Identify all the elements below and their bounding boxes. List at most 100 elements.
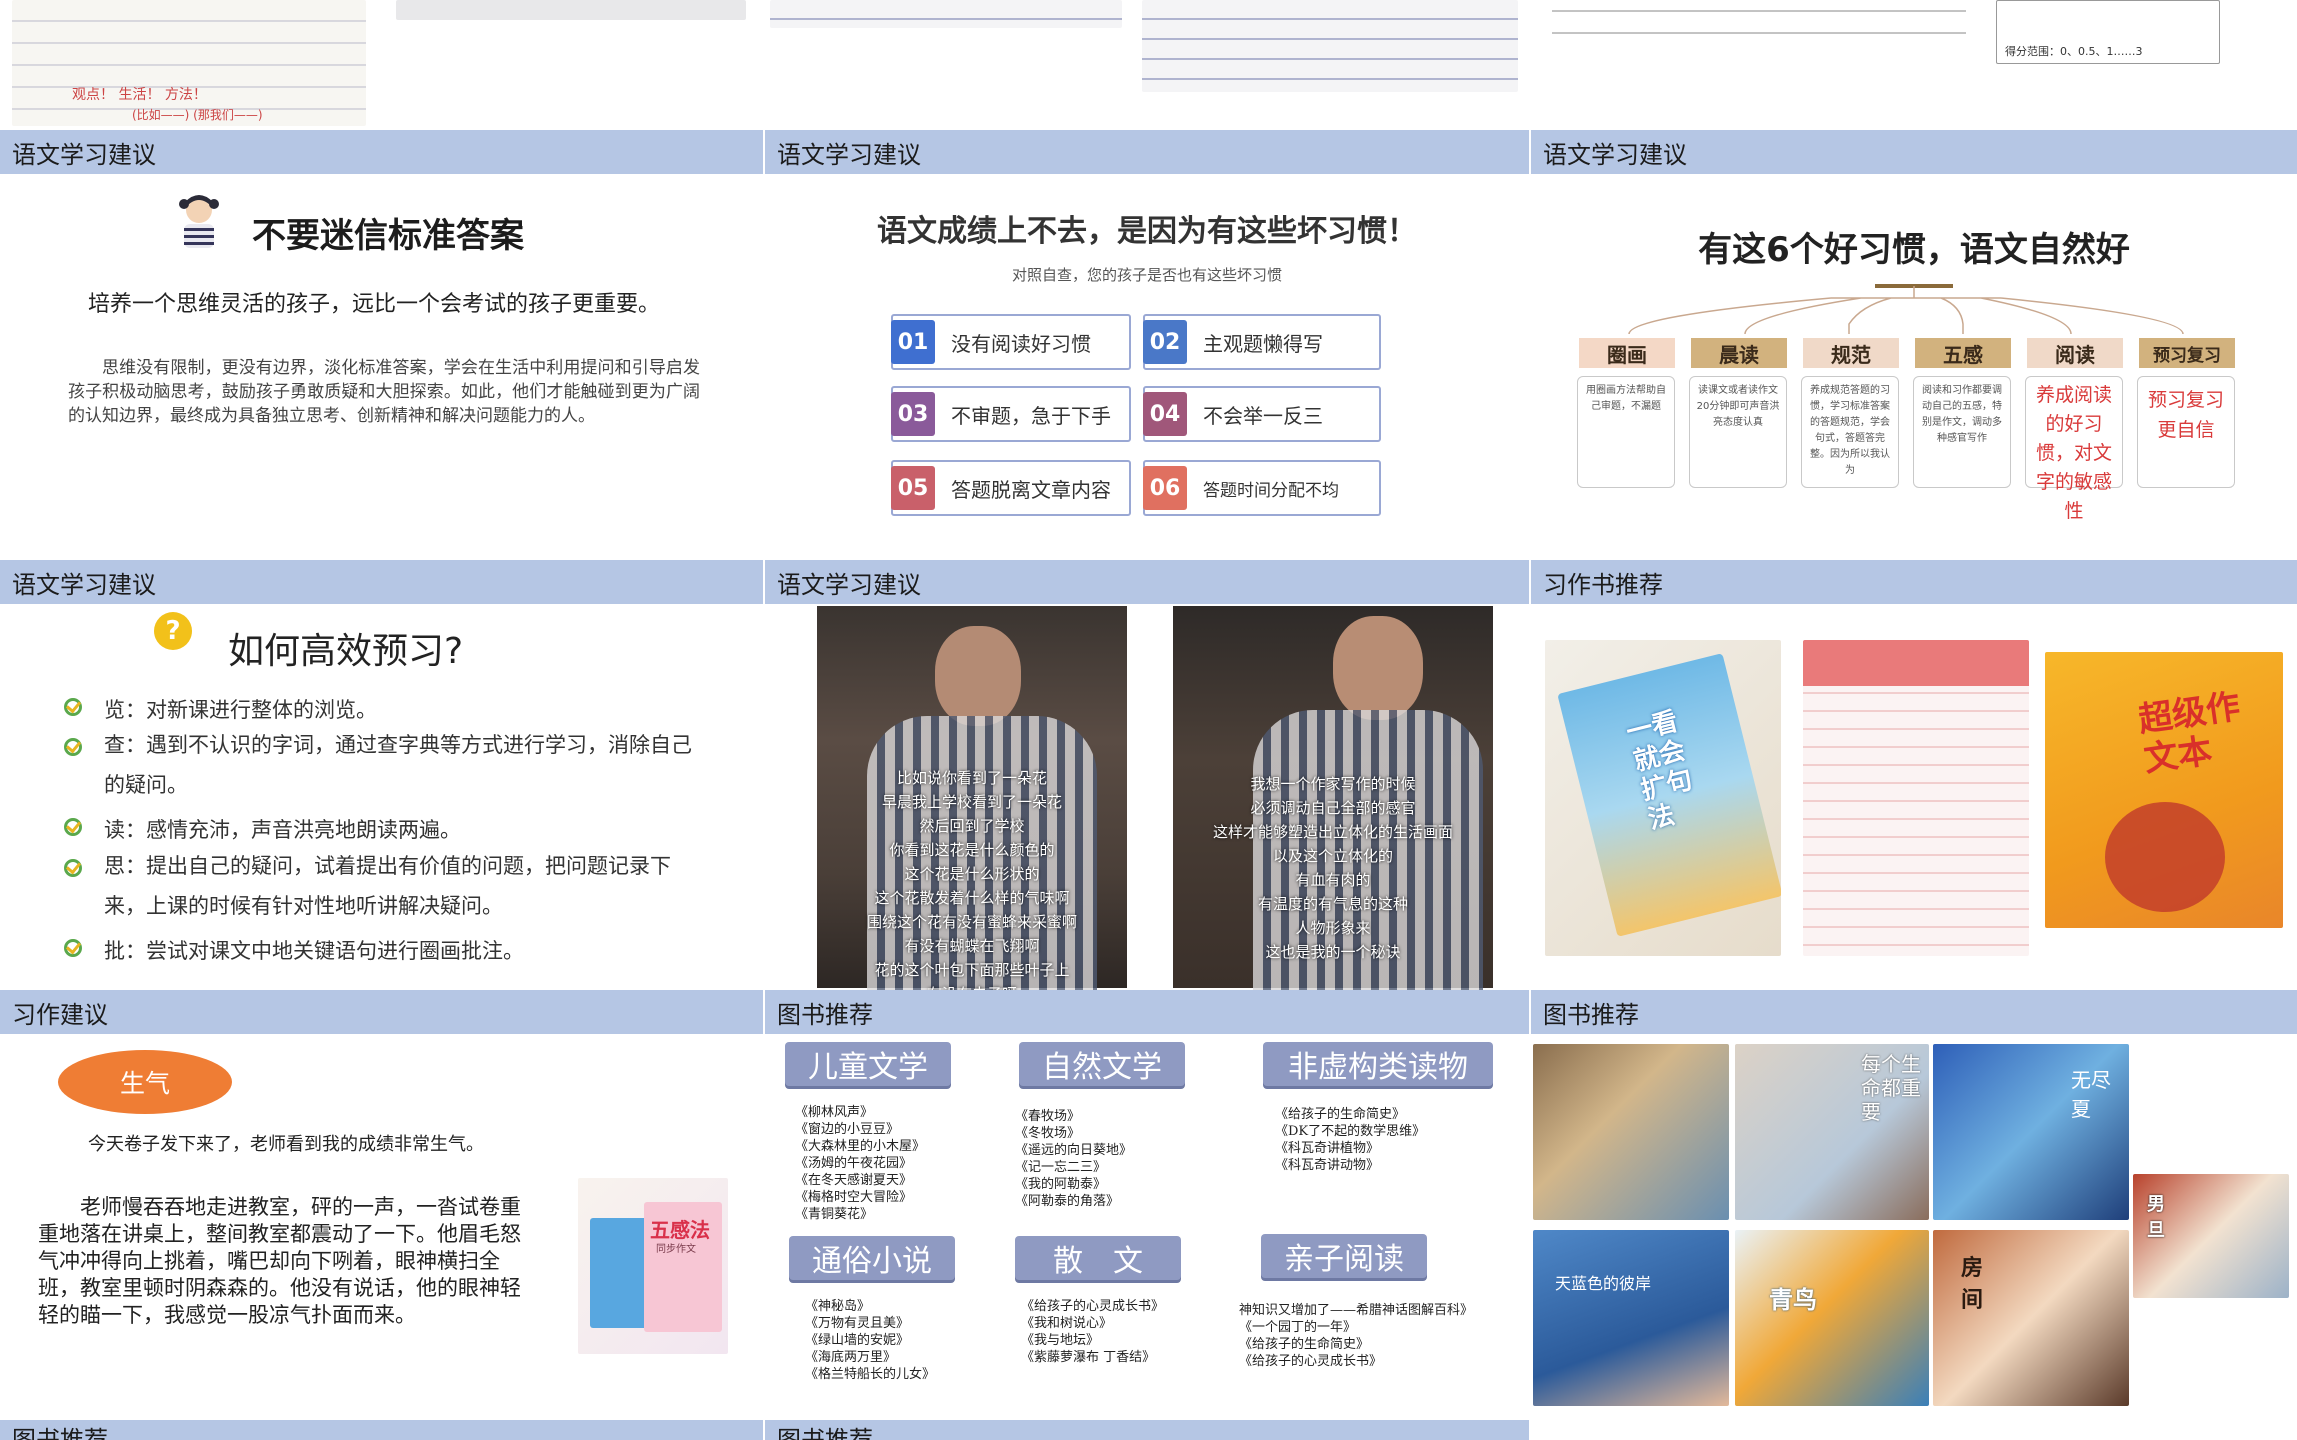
book-list-item: 《我和树说心》 [1021, 1316, 1113, 1331]
homework-photo-3 [770, 0, 1122, 28]
book-list-item: 《绿山墙的安妮》 [805, 1333, 910, 1348]
book-photo-1[interactable] [1533, 1044, 1729, 1220]
habit-item-01: 01 没有阅读好习惯 [891, 314, 1131, 370]
advice-first-line: 今天卷子发下来了，老师看到我的成绩非常生气。 [88, 1134, 484, 1155]
habit-number: 06 [1143, 466, 1187, 510]
subtitle-line: 这个花散发着什么样的气味啊 [874, 889, 1070, 907]
speaker-head [1333, 616, 1423, 720]
bad-habits-panel: 语文成绩上不去，是因为有这些坏习惯！ 对照自查，您的孩子是否也有这些坏习惯 01… [765, 174, 1529, 560]
habit-tag-circle: 圈画 [1579, 338, 1675, 368]
habit-text: 没有阅读好习惯 [951, 331, 1091, 356]
video-still-left[interactable]: 比如说你看到了一朵花 早晨我上学校看到了一朵花 然后回到了学校 你看到这花是什么颜色的… [817, 606, 1127, 990]
category-pill-popular-novel[interactable]: 通俗小说 [789, 1236, 955, 1280]
book-list-item: 《柳林风声》 [795, 1105, 874, 1120]
category-pill-nature-lit[interactable]: 自然文学 [1019, 1042, 1185, 1086]
section-header: 图书推荐 [765, 990, 1529, 1034]
book-list-item: 《科瓦奇讲动物》 [1275, 1158, 1380, 1173]
book-list-item: 《给孩子的心灵成长书》 [1239, 1354, 1383, 1369]
section-header: 习作书推荐 [1531, 560, 2297, 604]
book-title: 男旦 [2147, 1194, 2165, 1241]
subtitle-line: 这个花是什么形状的 [904, 865, 1040, 883]
book-list-item: 《冬牧场》 [1015, 1126, 1081, 1141]
habit-number: 03 [891, 392, 935, 436]
preview-item-text: 查：遇到不认识的字词，通过查字典等方式进行学习，消除自己的疑问。 [104, 733, 692, 797]
subtitle-line: 你看到这花是什么颜色的 [889, 841, 1055, 859]
book-list: 《春牧场》 《冬牧场》 《遥远的向日葵地》 《记一忘二三》 《我的阿勒泰》 《阿勒泰的角落… [1015, 1108, 1132, 1210]
habit-desc: 阅读和习作都要调动自己的五感，特别是作文，调动多种感官写作 [1913, 376, 2011, 488]
category-pill-nonfiction[interactable]: 非虚构类读物 [1263, 1042, 1493, 1086]
section-header: 习作建议 [0, 990, 763, 1034]
homework-photo-1: 观点！ 生活！ 方法！ (比如——) (那我们——) [12, 0, 366, 126]
section-header: 语文学习建议 [1531, 130, 2297, 174]
check-icon [64, 859, 82, 877]
video-still-right[interactable]: 我想一个作家写作的时候 必须调动自己全部的感官 这样才能够塑造出立体化的生活画面 以及… [1173, 606, 1493, 990]
book-photo-4[interactable]: 男旦 [2133, 1174, 2289, 1298]
habit-item-02: 02 主观题懒得写 [1143, 314, 1381, 370]
subtitle-line: 比如说你看到了一朵花 [896, 769, 1047, 787]
book-photo-wuganfa[interactable]: 五感法 同步作文 [578, 1178, 728, 1354]
book-photo-5[interactable]: 天蓝色的彼岸 [1533, 1230, 1729, 1406]
worksheet-lines [1552, 0, 1966, 40]
book-categories-panel: 儿童文学 自然文学 非虚构类读物 《柳林风声》 《窗边的小豆豆》 《大森林里的小木屋… [765, 1034, 1529, 1420]
book-list-item: 《青铜葵花》 [795, 1207, 874, 1222]
book-list: 神知识又增加了——希腊神话图解百科》 《一个园丁的一年》 《给孩子的生命简史》 《给孩… [1239, 1302, 1473, 1370]
writing-books-panel: 一看就会扩句法 超级作文本 [1531, 604, 2297, 990]
emotion-tag: 生气 [58, 1050, 232, 1114]
habit-item-06: 06 答题时间分配不均 [1143, 460, 1381, 516]
video-panel: 比如说你看到了一朵花 早晨我上学校看到了一朵花 然后回到了学校 你看到这花是什么颜色的… [765, 604, 1529, 990]
speaker-head [935, 626, 1021, 726]
book-list-item: 神知识又增加了——希腊神话图解百科》 [1239, 1303, 1474, 1318]
category-pill-prose[interactable]: 散 文 [1015, 1236, 1181, 1280]
subtitle-line: 我想一个作家写作的时候 [1250, 775, 1416, 793]
book-photo-3[interactable]: 无尽夏 [1933, 1044, 2129, 1220]
preview-item-text: 批：尝试对课文中地关键语句进行圈画批注。 [104, 939, 524, 963]
book-photo-7[interactable]: 房间 [1933, 1230, 2129, 1406]
preview-item-text: 读：感情充沛，声音洪亮地朗读两遍。 [104, 818, 461, 842]
panel-title: 语文成绩上不去，是因为有这些坏习惯！ [877, 214, 1417, 249]
preview-item: 批：尝试对课文中地关键语句进行圈画批注。 [64, 935, 704, 965]
check-icon [64, 939, 82, 957]
good-habits-panel: 有这6个好习惯，语文自然好 圈画 晨读 规范 五感 阅读 预习复习 用圈画方法帮… [1531, 174, 2297, 560]
category-pill-children-lit[interactable]: 儿童文学 [785, 1042, 951, 1086]
subtitle-line: 有血有肉的 [1295, 871, 1371, 889]
book-photo-6[interactable]: 青鸟 [1735, 1230, 1929, 1406]
habit-number: 04 [1143, 392, 1187, 436]
standard-answer-panel: 不要迷信标准答案 培养一个思维灵活的孩子，远比一个会考试的孩子更重要。 思维没有… [0, 174, 763, 560]
preview-item: 思：提出自己的疑问，试着提出有价值的问题，把问题记录下来，上课的时候有针对性地听… [64, 846, 704, 926]
subtitle-line: 围绕这个花有没有蜜蜂来采蜜啊 [866, 913, 1077, 931]
book-photo-super-notebook[interactable]: 超级作文本 [2045, 652, 2283, 928]
writing-advice-panel: 生气 今天卷子发下来了，老师看到我的成绩非常生气。 老师慢吞吞地走进教室，砰的一… [0, 1034, 763, 1420]
section-header: 语文学习建议 [765, 560, 1529, 604]
book-illustration [2105, 802, 2225, 912]
habit-tag-standard: 规范 [1803, 338, 1899, 368]
book-title: 房间 [1961, 1256, 1984, 1313]
scoring-card: 得分范围：0、0.5、1……3 [1996, 0, 2220, 64]
question-icon: ? [154, 612, 192, 650]
page-header-strip [1803, 640, 2029, 686]
category-pill-parent-child[interactable]: 亲子阅读 [1261, 1234, 1427, 1278]
panel-title: 有这6个好习惯，语文自然好 [1698, 230, 2130, 270]
subtitle-line: 这样才能够塑造出立体化的生活画面 [1212, 823, 1453, 841]
panel-title: 不要迷信标准答案 [252, 216, 524, 256]
section-header: 语文学习建议 [0, 560, 763, 604]
book-list-item: 《格兰特船长的儿女》 [805, 1367, 936, 1382]
tree-connector [1628, 286, 2184, 335]
book-photo-2[interactable]: 每个生命都重要 [1735, 1044, 1929, 1220]
book-photos-panel: 每个生命都重要 无尽夏 男旦 天蓝色的彼岸 青鸟 房间 [1531, 1034, 2297, 1420]
book-list: 《柳林风声》 《窗边的小豆豆》 《大森林里的小木屋》 《汤姆的午夜花园》 《在冬天感谢夏… [795, 1104, 925, 1223]
subtitle-line: 有温度的有气息的这种 [1257, 895, 1408, 913]
homework-note-1: 观点！ 生活！ 方法！ [72, 87, 207, 103]
subtitle-line: 以及这个立体化的 [1272, 847, 1393, 865]
book-list-item: 《梅格时空大冒险》 [795, 1190, 913, 1205]
habit-item-05: 05 答题脱离文章内容 [891, 460, 1131, 516]
habit-tag-reading: 阅读 [2027, 338, 2123, 368]
book-list-item: 《遥远的向日葵地》 [1015, 1143, 1133, 1158]
book-photo-open-page[interactable] [1803, 640, 2029, 956]
girl-avatar-icon [176, 194, 222, 250]
book-title: 五感法 [650, 1218, 710, 1242]
habit-desc: 读课文或者读作文20分钟即可声音洪亮态度认真 [1689, 376, 1787, 488]
homework-photo-4 [1142, 0, 1518, 92]
video-subtitles: 我想一个作家写作的时候 必须调动自己全部的感官 这样才能够塑造出立体化的生活画面 以及… [1173, 772, 1493, 964]
book-photo-kuojufa[interactable]: 一看就会扩句法 [1545, 640, 1781, 956]
check-icon [64, 698, 82, 716]
